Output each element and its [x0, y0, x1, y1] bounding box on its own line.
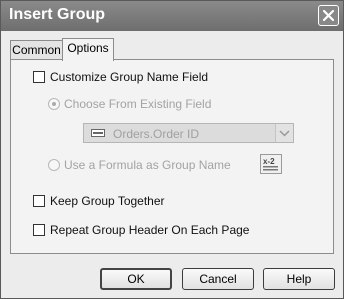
close-button[interactable]	[318, 5, 339, 26]
database-field-icon	[91, 129, 105, 137]
keep-group-together-checkbox[interactable]: Keep Group Together	[33, 194, 165, 208]
x-2-formula-icon: x-2	[263, 157, 278, 171]
options-panel: Customize Group Name Field Choose From E…	[10, 59, 334, 254]
tab-common[interactable]: Common	[10, 40, 63, 60]
checkbox-box[interactable]	[33, 71, 45, 83]
cancel-button[interactable]: Cancel	[182, 268, 254, 290]
tab-options-label: Options	[67, 41, 109, 55]
radio-circle[interactable]	[48, 159, 60, 171]
close-icon	[322, 9, 335, 22]
choose-existing-field-radio[interactable]: Choose From Existing Field	[48, 97, 211, 111]
dialog-title: Insert Group	[9, 6, 106, 23]
title-bar: Insert Group	[1, 1, 343, 31]
svg-text:x-2: x-2	[263, 157, 275, 166]
dropdown-button[interactable]	[275, 124, 293, 142]
customize-group-name-checkbox[interactable]: Customize Group Name Field	[33, 70, 208, 84]
checkbox-box[interactable]	[33, 195, 45, 207]
use-formula-radio[interactable]: Use a Formula as Group Name	[48, 158, 231, 172]
repeat-header-label: Repeat Group Header On Each Page	[50, 223, 250, 237]
formula-editor-button[interactable]: x-2	[260, 154, 282, 174]
checkbox-box[interactable]	[33, 224, 45, 236]
repeat-group-header-checkbox[interactable]: Repeat Group Header On Each Page	[33, 223, 249, 237]
formula-label: Use a Formula as Group Name	[64, 158, 231, 172]
ok-button[interactable]: OK	[100, 268, 172, 290]
field-value: Orders.Order ID	[113, 127, 200, 141]
keep-together-label: Keep Group Together	[50, 194, 165, 208]
tab-common-label: Common	[12, 43, 61, 57]
insert-group-dialog: Insert Group Common Options Customize Gr…	[0, 0, 344, 299]
chevron-down-icon	[279, 130, 290, 137]
help-button[interactable]: Help	[263, 268, 335, 290]
choose-existing-label: Choose From Existing Field	[64, 97, 212, 111]
customize-label: Customize Group Name Field	[50, 70, 209, 84]
tab-options[interactable]: Options	[62, 38, 114, 61]
existing-field-select[interactable]: Orders.Order ID	[83, 123, 294, 143]
radio-circle[interactable]	[48, 98, 60, 110]
